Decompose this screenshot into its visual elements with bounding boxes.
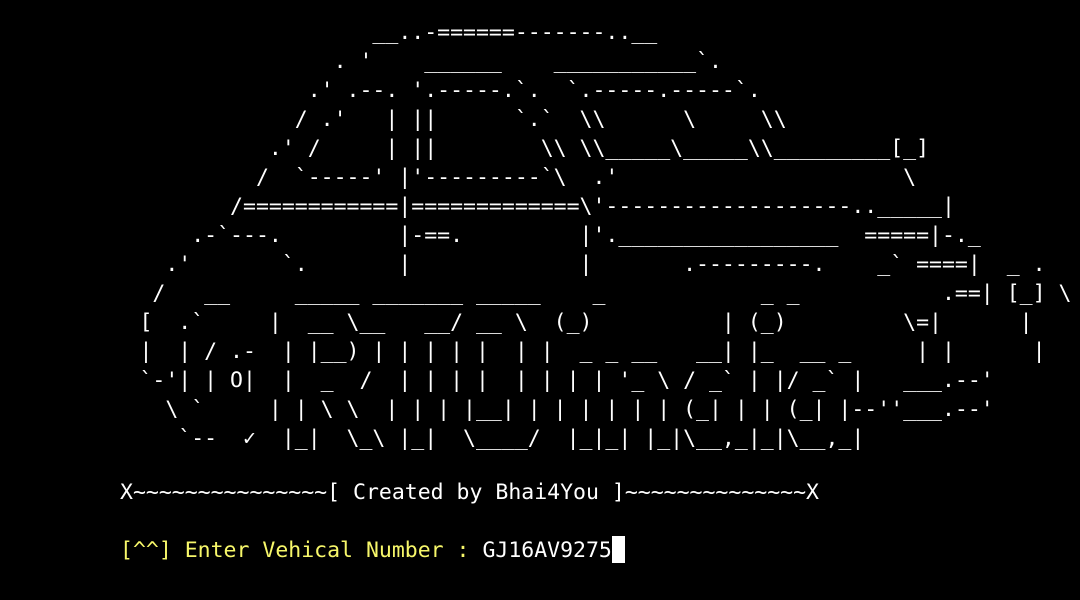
credit-line: X~~~~~~~~~~~~~~~[ Created by Bhai4You ]~… (120, 480, 819, 505)
vehicle-number-input[interactable]: GJ16AV9275 (482, 538, 611, 563)
terminal-cursor (611, 536, 625, 563)
terminal-window[interactable]: __..-======-------..__ . ' ______ ______… (0, 0, 1080, 600)
prompt-label: [^^] Enter Vehical Number : (120, 538, 483, 563)
vehicle-number-prompt[interactable]: [^^] Enter Vehical Number : GJ16AV9275 (120, 536, 625, 565)
rto-india-ascii-banner: __..-======-------..__ . ' ______ ______… (139, 20, 1072, 451)
